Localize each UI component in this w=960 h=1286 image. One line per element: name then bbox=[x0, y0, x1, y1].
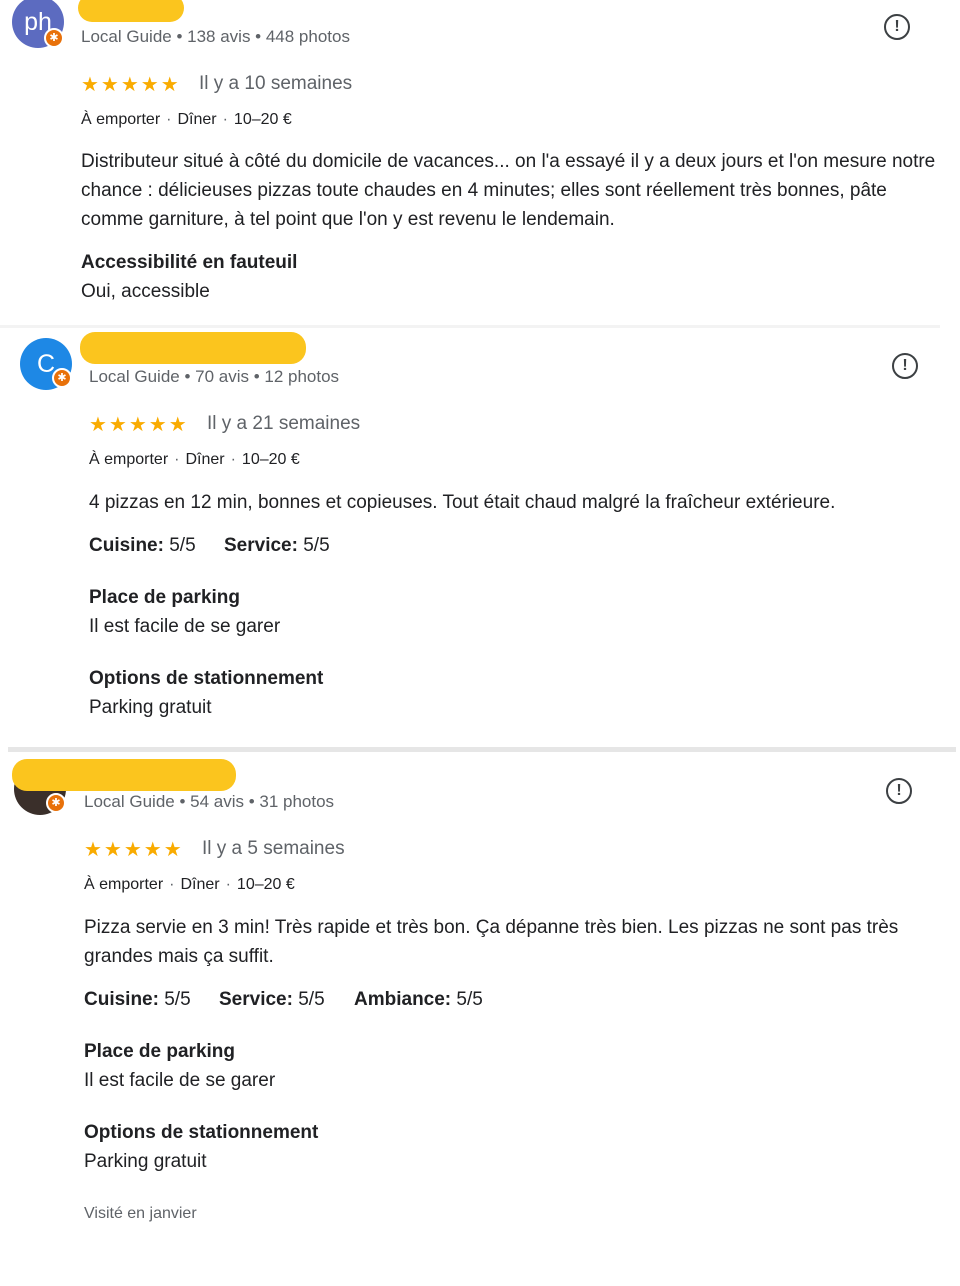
section-value: Oui, accessible bbox=[81, 281, 210, 302]
tag-price: 10–20 € bbox=[236, 876, 295, 893]
review-time: Il y a 5 semaines bbox=[202, 838, 345, 859]
review-divider bbox=[0, 325, 940, 328]
reviewer-meta: Local Guide • 54 avis • 31 photos bbox=[84, 792, 335, 811]
review-card-1: ph ✱ Local Guide • 138 avis • 448 photos… bbox=[0, 0, 960, 330]
review-card-3: ✱ Local Guide • 54 avis • 31 photos ! ★★… bbox=[0, 755, 960, 1286]
section-title: Options de stationnement bbox=[89, 668, 324, 689]
rating-label: Ambiance: bbox=[354, 989, 452, 1010]
rating-label: Service: bbox=[224, 535, 298, 556]
review-time: Il y a 21 semaines bbox=[207, 413, 361, 434]
star-rating: ★★★★★ bbox=[81, 74, 181, 96]
review-time: Il y a 10 semaines bbox=[199, 73, 353, 94]
reviewer-name-redacted[interactable] bbox=[80, 332, 306, 364]
section-value: Il est facile de se garer bbox=[89, 616, 281, 637]
section-value: Parking gratuit bbox=[89, 697, 212, 718]
rating-value: 5/5 bbox=[456, 989, 483, 1010]
tag-meal: Dîner bbox=[180, 876, 220, 893]
report-icon[interactable]: ! bbox=[884, 14, 910, 40]
section-value: Il est facile de se garer bbox=[84, 1070, 276, 1091]
reviewer-meta: Local Guide • 138 avis • 448 photos bbox=[81, 27, 350, 46]
tag-meal: Dîner bbox=[177, 111, 217, 128]
review-divider bbox=[8, 747, 956, 752]
rating-service: Service: 5/5 bbox=[219, 989, 325, 1011]
section-title: Place de parking bbox=[84, 1041, 236, 1062]
section-value: Parking gratuit bbox=[84, 1151, 207, 1172]
reviewer-name-redacted[interactable] bbox=[12, 759, 236, 791]
section-title: Accessibilité en fauteuil bbox=[81, 252, 298, 273]
rating-label: Cuisine: bbox=[89, 535, 164, 556]
tag-price: 10–20 € bbox=[233, 111, 292, 128]
review-card-2: C ✱ Local Guide • 70 avis • 12 photos ! … bbox=[0, 330, 960, 750]
report-icon[interactable]: ! bbox=[892, 353, 918, 379]
tag-service: À emporter bbox=[81, 111, 161, 128]
rating-value: 5/5 bbox=[164, 989, 191, 1010]
rating-service: Service: 5/5 bbox=[224, 535, 330, 557]
review-tags: À emporter · Dîner · 10–20 € bbox=[89, 451, 300, 468]
tag-meal: Dîner bbox=[185, 451, 225, 468]
rating-cuisine: Cuisine: 5/5 bbox=[84, 989, 191, 1011]
local-guide-badge-icon: ✱ bbox=[52, 368, 72, 388]
star-rating: ★★★★★ bbox=[84, 839, 184, 861]
rating-label: Cuisine: bbox=[84, 989, 159, 1010]
report-icon[interactable]: ! bbox=[886, 778, 912, 804]
local-guide-badge-icon: ✱ bbox=[46, 793, 66, 813]
rating-cuisine: Cuisine: 5/5 bbox=[89, 535, 196, 557]
star-rating: ★★★★★ bbox=[89, 414, 189, 436]
review-tags: À emporter · Dîner · 10–20 € bbox=[84, 876, 295, 893]
reviewer-name-redacted[interactable] bbox=[78, 0, 184, 22]
visit-date: Visité en janvier bbox=[84, 1205, 197, 1222]
review-text: 4 pizzas en 12 min, bonnes et copieuses.… bbox=[89, 492, 836, 513]
tag-service: À emporter bbox=[84, 876, 164, 893]
tag-price: 10–20 € bbox=[241, 451, 300, 468]
review-text: Pizza servie en 3 min! Très rapide et tr… bbox=[84, 917, 899, 967]
rating-label: Service: bbox=[219, 989, 293, 1010]
rating-value: 5/5 bbox=[303, 535, 330, 556]
tag-service: À emporter bbox=[89, 451, 169, 468]
local-guide-badge-icon: ✱ bbox=[44, 28, 64, 48]
rating-ambiance: Ambiance: 5/5 bbox=[354, 989, 483, 1011]
rating-value: 5/5 bbox=[298, 989, 325, 1010]
rating-value: 5/5 bbox=[169, 535, 196, 556]
reviewer-meta: Local Guide • 70 avis • 12 photos bbox=[89, 367, 340, 386]
section-title: Place de parking bbox=[89, 587, 241, 608]
section-title: Options de stationnement bbox=[84, 1122, 319, 1143]
review-text: Distributeur situé à côté du domicile de… bbox=[81, 151, 936, 230]
review-tags: À emporter · Dîner · 10–20 € bbox=[81, 111, 292, 128]
